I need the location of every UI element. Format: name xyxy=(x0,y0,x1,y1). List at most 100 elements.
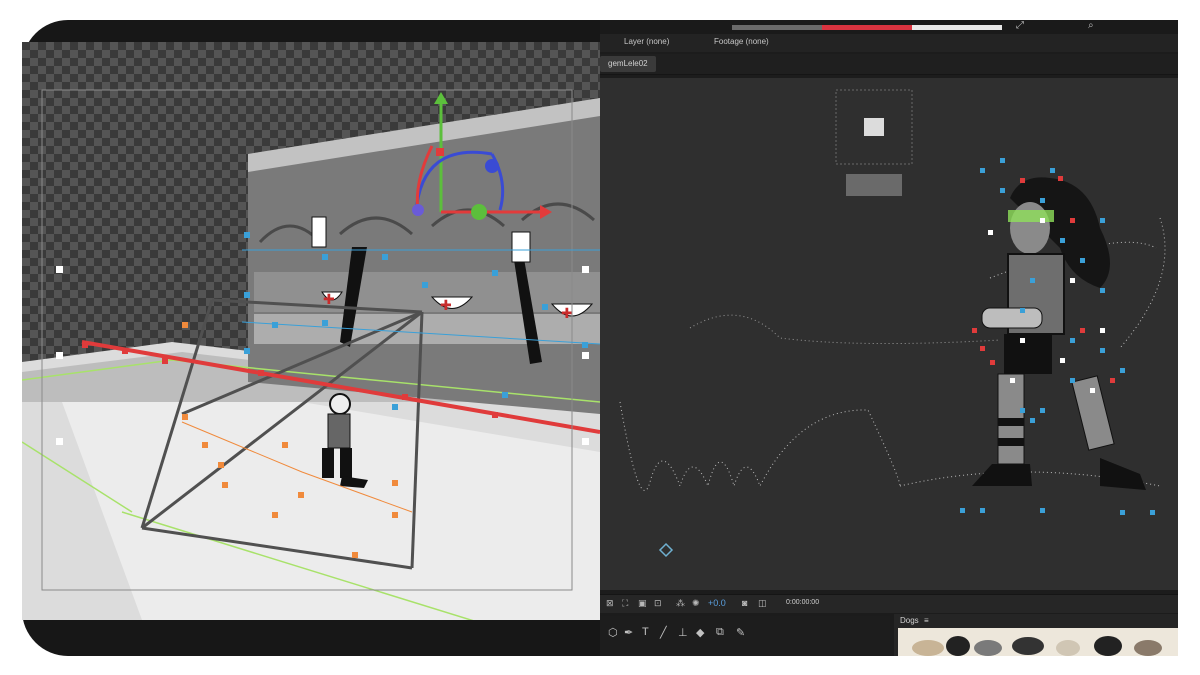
vertex-point[interactable] xyxy=(1000,158,1005,163)
motion-path-bounce[interactable] xyxy=(619,401,901,491)
vertex-point[interactable] xyxy=(1120,510,1125,515)
type-icon[interactable]: T xyxy=(642,626,649,638)
vertex-point[interactable] xyxy=(492,412,498,418)
vertex-point[interactable] xyxy=(182,414,188,420)
mask-icon[interactable]: ⊡ xyxy=(654,598,662,609)
region-of-interest-icon[interactable]: ⛶ xyxy=(622,598,628,609)
vertex-point[interactable] xyxy=(422,282,428,288)
gizmo-y-arrow[interactable] xyxy=(434,92,448,104)
vertex-point[interactable] xyxy=(1040,408,1045,413)
vertex-point[interactable] xyxy=(1010,378,1015,383)
vertex-point[interactable] xyxy=(1000,188,1005,193)
show-snapshot-icon[interactable]: ◫ xyxy=(758,598,767,609)
gizmo-red-handle[interactable] xyxy=(436,148,444,156)
vertex-point[interactable] xyxy=(322,320,328,326)
vertex-point[interactable] xyxy=(1080,258,1085,263)
vertex-point[interactable] xyxy=(1040,218,1045,223)
exposure-icon[interactable]: ✺ xyxy=(692,598,700,609)
timecode-display[interactable]: 0:00:00:00 xyxy=(786,599,819,606)
vertex-point[interactable] xyxy=(382,254,388,260)
vertex-point[interactable] xyxy=(1020,338,1025,343)
vertex-point[interactable] xyxy=(582,342,588,348)
vertex-point[interactable] xyxy=(988,230,993,235)
vertex-point[interactable] xyxy=(298,492,304,498)
vertex-point[interactable] xyxy=(1060,358,1065,363)
vertex-point[interactable] xyxy=(82,342,88,348)
vertex-point[interactable] xyxy=(980,346,985,351)
gizmo-z-handle[interactable] xyxy=(485,159,499,173)
vertex-point[interactable] xyxy=(1120,368,1125,373)
gizmo-center-handle[interactable] xyxy=(471,204,487,220)
dogs-panel-title[interactable]: Dogs xyxy=(900,616,919,625)
vertex-point[interactable] xyxy=(1040,508,1045,513)
vertex-point[interactable] xyxy=(352,552,358,558)
motion-path-view[interactable] xyxy=(600,78,1178,590)
vertex-point[interactable] xyxy=(1040,198,1045,203)
color-channels-icon[interactable]: ⁂ xyxy=(676,598,685,609)
vertex-point[interactable] xyxy=(322,254,328,260)
motion-path-mid[interactable] xyxy=(689,314,1001,345)
vertex-point[interactable] xyxy=(1080,328,1085,333)
vertex-point[interactable] xyxy=(1030,418,1035,423)
vertex-point[interactable] xyxy=(1100,348,1105,353)
vertex-point[interactable] xyxy=(222,482,228,488)
vertex-point[interactable] xyxy=(202,442,208,448)
motion-path-arc[interactable] xyxy=(1119,217,1166,349)
vertex-point[interactable] xyxy=(960,508,965,513)
vertex-point[interactable] xyxy=(1150,510,1155,515)
vertex-point[interactable] xyxy=(980,508,985,513)
pen-icon[interactable]: ✒ xyxy=(624,626,633,639)
vertex-point[interactable] xyxy=(1100,288,1105,293)
vertex-point[interactable] xyxy=(402,394,408,400)
vertex-point[interactable] xyxy=(272,322,278,328)
vertex-point[interactable] xyxy=(244,348,250,354)
clone-stamp-icon[interactable]: ⊥ xyxy=(678,626,688,639)
vertex-point[interactable] xyxy=(258,370,264,376)
vertex-point[interactable] xyxy=(1090,388,1095,393)
dogs-thumbnail[interactable] xyxy=(898,628,1178,656)
brush-icon[interactable]: ╱ xyxy=(660,626,667,639)
vertex-point[interactable] xyxy=(392,512,398,518)
vertex-point[interactable] xyxy=(392,480,398,486)
puppet-pin-icon[interactable]: ✎ xyxy=(736,626,745,639)
camera-icon[interactable]: ◙ xyxy=(742,598,747,608)
hamburger-icon[interactable]: ≡ xyxy=(924,616,929,625)
eraser-icon[interactable]: ◆ xyxy=(696,626,704,639)
vertex-point[interactable] xyxy=(182,322,188,328)
expand-icon[interactable]: ⤢ xyxy=(1016,20,1024,31)
search-icon[interactable]: ⌕ xyxy=(1088,20,1094,31)
vertex-point[interactable] xyxy=(1110,378,1115,383)
vertex-point[interactable] xyxy=(244,232,250,238)
vertex-point[interactable] xyxy=(1070,378,1075,383)
vertex-point[interactable] xyxy=(972,328,977,333)
vertex-point[interactable] xyxy=(1070,218,1075,223)
vertex-point[interactable] xyxy=(1070,278,1075,283)
vertex-point[interactable] xyxy=(1050,168,1055,173)
vertex-point[interactable] xyxy=(1100,328,1105,333)
3d-box-icon[interactable]: ⬡ xyxy=(608,626,618,639)
anchor-point-icon[interactable] xyxy=(658,542,674,558)
vertex-point[interactable] xyxy=(122,348,128,354)
footage-panel-label[interactable]: Footage (none) xyxy=(714,37,769,46)
composition-viewport-3d[interactable]: ✚ ✚ ✚ xyxy=(22,42,600,620)
vertex-point[interactable] xyxy=(272,512,278,518)
vertex-point[interactable] xyxy=(990,360,995,365)
vertex-point[interactable] xyxy=(1030,278,1035,283)
vertex-point[interactable] xyxy=(1058,176,1063,181)
vertex-point[interactable] xyxy=(542,304,548,310)
exposure-value[interactable]: +0.0 xyxy=(708,598,726,608)
vertex-point[interactable] xyxy=(1020,408,1025,413)
tab-composition[interactable]: gemLele02 xyxy=(600,56,656,72)
vertex-point[interactable] xyxy=(492,270,498,276)
vertex-point[interactable] xyxy=(392,404,398,410)
vertex-point[interactable] xyxy=(218,462,224,468)
vertex-point[interactable] xyxy=(980,168,985,173)
vertex-point[interactable] xyxy=(162,358,168,364)
layer-panel-label[interactable]: Layer (none) xyxy=(624,37,669,46)
transparency-grid-icon[interactable]: ▣ xyxy=(638,598,647,609)
vertex-point[interactable] xyxy=(282,442,288,448)
vertex-point[interactable] xyxy=(1100,218,1105,223)
vertex-point[interactable] xyxy=(1020,308,1025,313)
roto-brush-icon[interactable]: ⧉ xyxy=(716,626,724,639)
gizmo-origin-handle[interactable] xyxy=(412,204,424,216)
